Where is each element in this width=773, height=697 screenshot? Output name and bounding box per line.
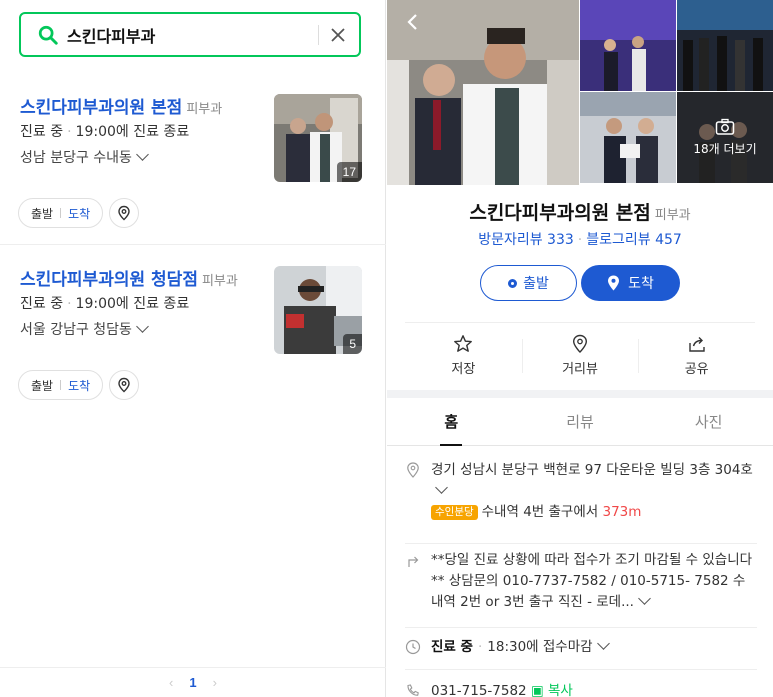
chevron-down-icon[interactable] [435,481,448,494]
start-button[interactable]: 출발 [31,205,53,222]
share-label: 공유 [684,362,709,377]
tab-photo[interactable]: 사진 [644,398,773,445]
stage-photo [677,0,773,91]
camera-icon [715,118,735,135]
street-view-button[interactable]: 거리뷰 [521,323,639,388]
photo-count: 17 [336,162,362,182]
direction-arrow-icon [408,556,419,567]
place-category: 피부과 [201,274,238,289]
phone-number[interactable]: 031-715-7582 [431,683,527,697]
more-photos-label: 18개 더보기 [693,142,757,156]
divider [60,208,62,218]
review-links: 방문자리뷰 333 · 블로그리뷰 457 [478,232,682,248]
search-input[interactable] [67,25,307,44]
save-label: 저장 [451,362,476,377]
save-button[interactable]: 저장 [405,323,522,388]
place-name-link[interactable]: 스킨다피부과의원 청담점 피부과 [20,265,238,290]
search-box[interactable] [19,12,361,57]
gallery-photo[interactable] [677,0,773,91]
event-photo [580,0,676,91]
gallery-photo[interactable] [580,92,676,183]
notice-section[interactable]: **당일 진료 상황에 따라 접수가 조기 마감될 수 있습니다** 상담문의 … [405,550,757,628]
place-thumbnail[interactable]: 5 [274,266,362,354]
business-status: 진료 중 · 19:00에 진료 종료 [20,296,190,312]
notice-text: **당일 진료 상황에 따라 접수가 조기 마감될 수 있습니다** 상담문의 … [431,552,753,610]
visitor-reviews-link[interactable]: 방문자리뷰 333 [478,232,574,248]
share-icon [688,337,705,352]
more-photos-background [677,92,773,183]
location-pin-icon [407,462,419,478]
start-dot-icon [508,278,518,288]
action-bar: 저장 거리뷰 공유 [405,322,755,388]
hours-section[interactable]: 진료 중 · 18:30에 접수마감 [405,637,757,670]
back-icon[interactable] [403,12,423,32]
start-button[interactable]: 출발 [480,265,577,301]
hours-status: 진료 중 [431,639,473,655]
tab-home[interactable]: 홈 [387,398,516,446]
star-icon [454,335,473,352]
chevron-down-icon [136,320,149,333]
arrive-button[interactable]: 도착 [68,205,90,222]
arrive-button[interactable]: 도착 [581,265,680,301]
street-view-label: 거리뷰 [562,362,598,377]
photo-count: 5 [343,334,362,354]
prev-page-icon[interactable]: ‹ [169,675,173,690]
copy-button[interactable]: ▣ 복사 [531,683,573,697]
share-button[interactable]: 공유 [638,323,755,388]
chevron-down-icon[interactable] [638,592,651,605]
address-toggle[interactable]: 서울 강남구 청담동 [20,319,149,339]
map-pin-icon [118,377,130,393]
phone-section: 031-715-7582 ▣ 복사 [405,681,757,697]
list-item[interactable]: 스킨다피부과의원 본점 피부과 진료 중 · 19:00에 진료 종료 성남 분당구 … [0,73,386,245]
address-text: 경기 성남시 분당구 백현로 97 다운타운 빌딩 3층 304호 [431,462,753,478]
list-item[interactable]: 스킨다피부과의원 청담점 피부과 진료 중 · 19:00에 진료 종료 서울 강남구… [0,245,386,417]
map-pin-button[interactable] [109,370,140,400]
arrive-label: 도착 [628,276,654,292]
place-category: 피부과 [186,102,223,117]
detail-tabs: 홈 리뷰 사진 [387,398,773,446]
section-divider [387,390,773,398]
photo-gallery: 18개 더보기 [387,0,773,185]
address-toggle[interactable]: 성남 분당구 수내동 [20,147,149,167]
place-category: 피부과 [654,208,691,223]
business-status: 진료 중 · 19:00에 진료 종료 [20,124,190,140]
more-photos-button[interactable]: 18개 더보기 [677,92,773,183]
search-icon [38,25,58,45]
pagination: ‹ 1 › [0,667,386,697]
arrive-button[interactable]: 도착 [68,377,90,394]
hours-text: 18:30에 접수마감 [487,639,593,655]
search-divider [318,24,319,45]
main-photo[interactable] [387,0,579,185]
page-title: 스킨다피부과의원 본점 피부과 [469,202,691,224]
station-badge: 수인분당 [431,505,478,520]
start-button[interactable]: 출발 [31,377,53,394]
gallery-photo[interactable] [580,0,676,91]
divider [60,380,62,390]
award-photo [580,92,676,183]
results-panel: 스킨다피부과의원 본점피부과 진료 중·19:00에 진료 종료 성남 분당구 … [0,0,386,697]
chevron-down-icon [596,637,610,650]
route-buttons: 출발 도착 [18,198,104,228]
chevron-down-icon [136,148,149,161]
map-pin-icon [118,205,130,221]
route-buttons: 출발 도착 [18,370,104,400]
place-thumbnail[interactable]: 17 [274,94,362,182]
location-pin-icon [572,334,588,353]
station-distance: 373m [602,504,642,520]
place-name-link[interactable]: 스킨다피부과의원 본점 피부과 [20,93,222,118]
tab-review[interactable]: 리뷰 [516,398,645,445]
next-page-icon[interactable]: › [213,675,217,690]
address-section: 경기 성남시 분당구 백현로 97 다운타운 빌딩 3층 304호 수인분당 수내… [405,460,757,544]
start-label: 출발 [523,276,549,292]
blog-reviews-link[interactable]: 블로그리뷰 457 [586,232,682,248]
station-text: 수내역 4번 출구에서 [481,504,599,520]
page-number[interactable]: 1 [189,675,196,690]
close-icon[interactable] [329,26,347,44]
phone-icon [407,684,419,696]
place-detail-panel: 18개 더보기 스킨다피부과의원 본점 피부과 방문자리뷰 333 · 블로그리뷰 4… [387,0,773,697]
map-pin-button[interactable] [109,198,140,228]
map-pin-icon [608,275,620,291]
clock-icon [405,639,421,655]
